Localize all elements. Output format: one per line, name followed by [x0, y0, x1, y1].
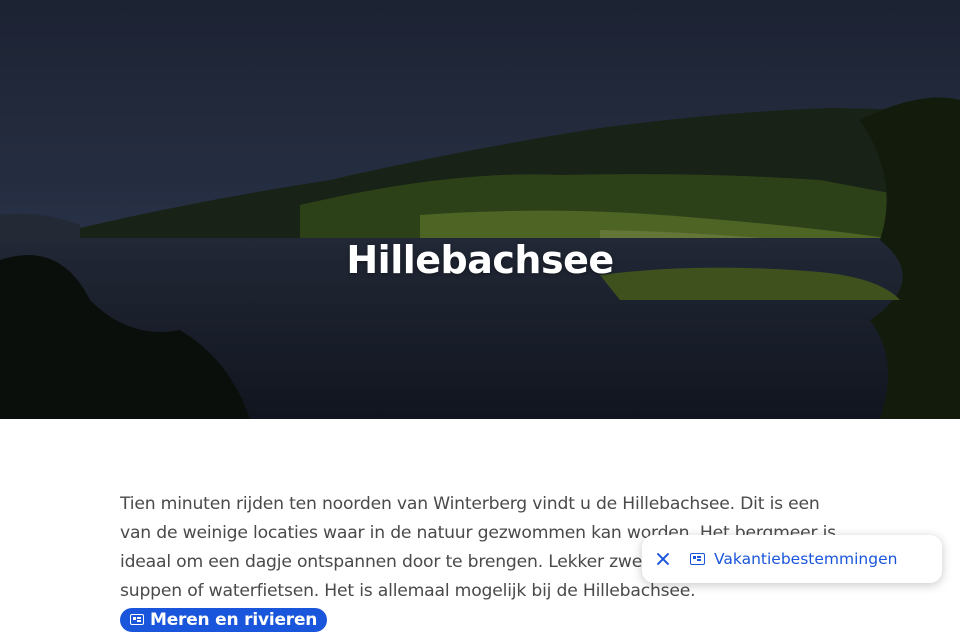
hero-image: [0, 0, 960, 419]
category-chip[interactable]: Meren en rivieren: [120, 608, 328, 632]
category-chip-label: Meren en rivieren: [150, 610, 318, 630]
page-title: Hillebachsee: [346, 238, 614, 282]
toast-link[interactable]: Vakantiebestemmingen: [714, 550, 897, 568]
newspaper-icon: [690, 553, 705, 565]
related-toast: Vakantiebestemmingen: [642, 535, 942, 583]
newspaper-icon: [130, 614, 144, 625]
close-icon[interactable]: [656, 552, 670, 566]
hero-banner: Hillebachsee: [0, 0, 960, 419]
